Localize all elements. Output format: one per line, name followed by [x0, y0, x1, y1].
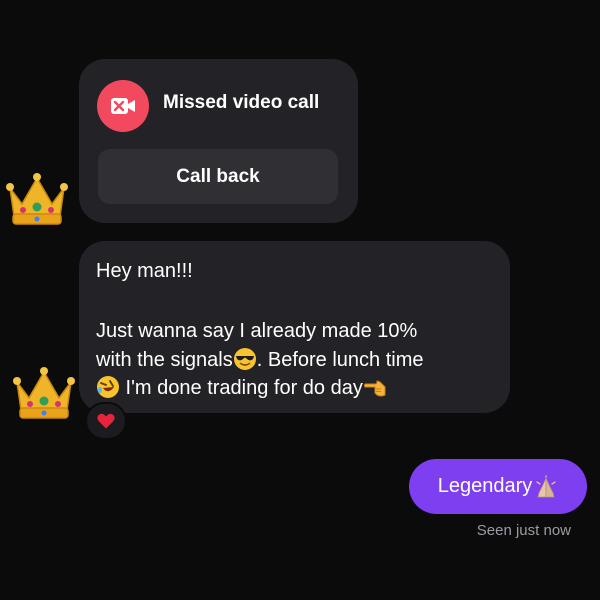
missed-call-title: Missed video call	[163, 92, 320, 113]
pointing-left-hand-emoji-icon	[363, 375, 387, 399]
message-line: Just wanna say I already made 10%	[96, 320, 418, 342]
message-line: I'm done trading for do day	[96, 375, 387, 400]
message-text: with the signals	[96, 349, 233, 371]
message-text: . Before lunch time	[256, 349, 424, 371]
sunglasses-emoji-icon	[233, 347, 257, 371]
received-message-bubble[interactable]: Hey man!!! Just wanna say I already made…	[79, 241, 510, 413]
seen-status: Seen just now	[476, 522, 571, 539]
chat-screen: Missed video call Call back Hey man!!! J…	[0, 0, 600, 600]
missed-call-card: Missed video call Call back	[79, 59, 358, 223]
message-text: I'm done trading for do day	[120, 377, 363, 399]
message-reaction[interactable]	[85, 402, 127, 440]
message-line: Hey man!!!	[96, 260, 193, 282]
video-camera-off-icon	[97, 80, 149, 132]
avatar[interactable]	[11, 360, 77, 426]
rofl-emoji-icon	[96, 375, 120, 399]
sent-message-text: Legendary	[437, 475, 533, 497]
call-back-button[interactable]: Call back	[98, 149, 338, 204]
folded-hands-emoji-icon	[534, 474, 558, 499]
avatar[interactable]	[4, 166, 70, 232]
crown-icon	[6, 173, 68, 225]
sent-message-bubble[interactable]: Legendary	[409, 459, 587, 514]
red-heart-icon	[97, 413, 115, 429]
crown-icon	[13, 367, 75, 419]
message-line: with the signals . Before lunch time	[96, 347, 424, 372]
